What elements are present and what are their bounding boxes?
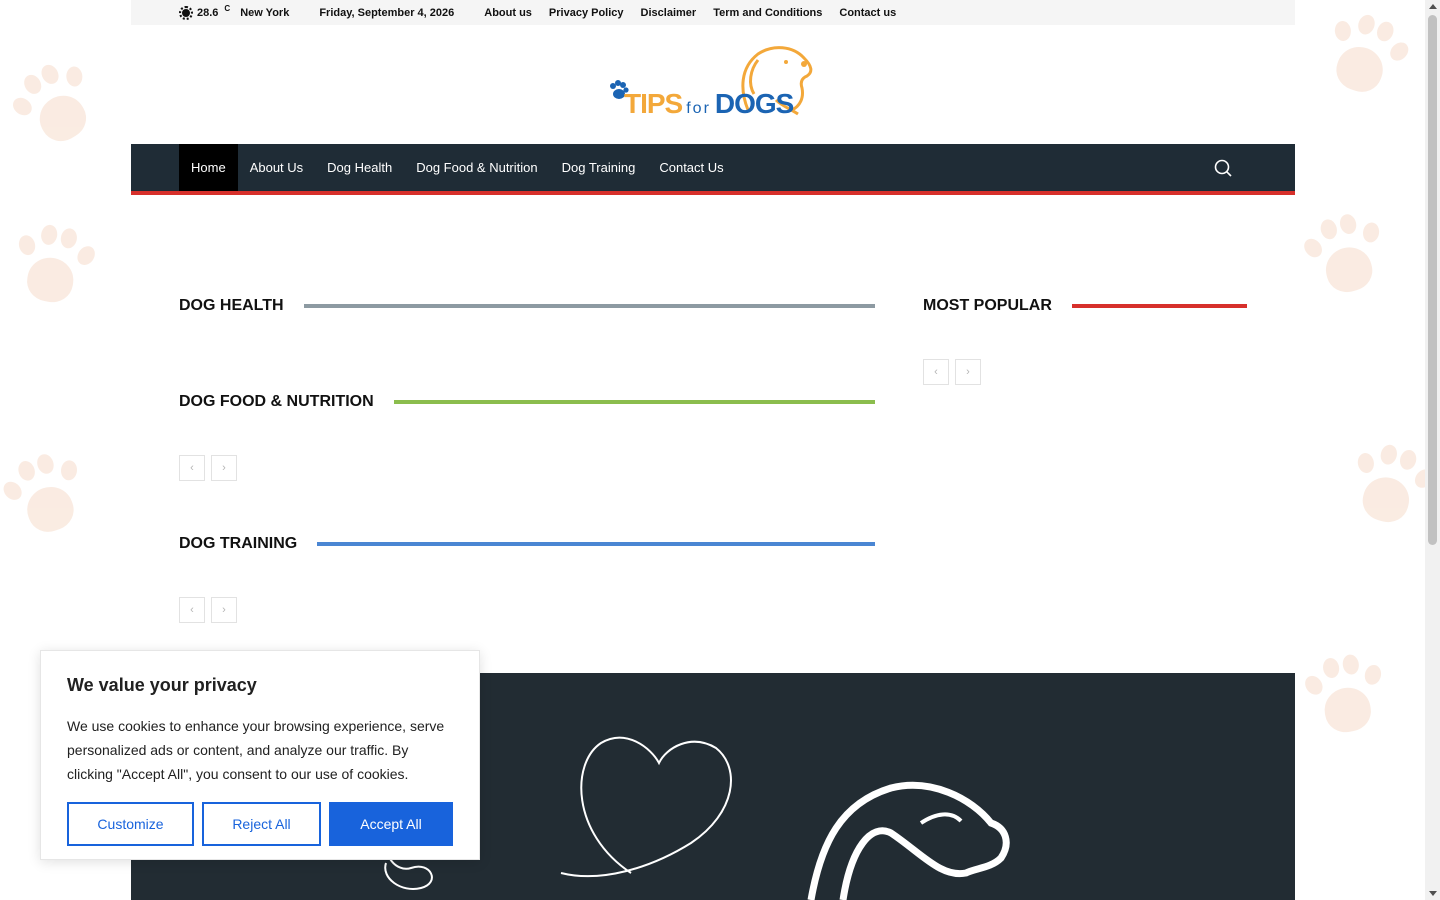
section-title-dog-health[interactable]: DOG HEALTH xyxy=(179,297,875,315)
paw-print-icon xyxy=(1307,0,1422,113)
next-button[interactable]: › xyxy=(955,359,981,385)
logo-area: TIPS for DOGS xyxy=(131,25,1295,144)
section-title-most-popular: MOST POPULAR xyxy=(923,297,1247,315)
search-icon[interactable] xyxy=(1213,158,1233,178)
site-logo[interactable]: TIPS for DOGS xyxy=(608,40,818,130)
most-popular-title: MOST POPULAR xyxy=(923,297,1052,314)
dog-training-title: DOG TRAINING xyxy=(179,535,298,552)
top-links: About us Privacy Policy Disclaimer Term … xyxy=(484,7,896,19)
weather-widget: 28.6 C New York xyxy=(179,4,290,20)
scroll-down-icon[interactable] xyxy=(1429,891,1437,896)
prev-button[interactable]: ‹ xyxy=(179,455,205,481)
dog-training-pager: ‹ › xyxy=(179,597,237,623)
toplink-about[interactable]: About us xyxy=(484,7,532,19)
nav-item-dog-health[interactable]: Dog Health xyxy=(315,144,404,191)
paw-print-icon xyxy=(1,213,105,317)
scroll-up-icon[interactable] xyxy=(1429,4,1437,9)
nav-item-home[interactable]: Home xyxy=(179,144,238,191)
cookie-title: We value your privacy xyxy=(67,675,257,695)
section-title-dog-training[interactable]: DOG TRAINING xyxy=(179,535,875,553)
cookie-banner: We value your privacy We use cookies to … xyxy=(40,650,480,860)
nav-item-dog-food[interactable]: Dog Food & Nutrition xyxy=(404,144,549,191)
toplink-disclaimer[interactable]: Disclaimer xyxy=(641,7,697,19)
paw-print-icon xyxy=(0,437,103,552)
title-underline xyxy=(1071,304,1247,308)
temperature: 28.6 xyxy=(197,6,219,19)
city: New York xyxy=(240,6,290,19)
prev-button[interactable]: ‹ xyxy=(179,597,205,623)
title-underline xyxy=(317,542,875,546)
toplink-contact[interactable]: Contact us xyxy=(839,7,896,19)
prev-button[interactable]: ‹ xyxy=(923,359,949,385)
accept-all-button[interactable]: Accept All xyxy=(329,802,453,846)
nav-item-dog-training[interactable]: Dog Training xyxy=(550,144,648,191)
paw-print-icon xyxy=(0,44,116,167)
toplink-terms[interactable]: Term and Conditions xyxy=(713,7,822,19)
sun-icon xyxy=(179,5,193,20)
paw-print-icon xyxy=(1290,200,1400,310)
toplink-privacy[interactable]: Privacy Policy xyxy=(549,7,624,19)
paw-print-icon xyxy=(1293,643,1397,747)
main-nav: Home About Us Dog Health Dog Food & Nutr… xyxy=(131,144,1295,195)
dog-health-title: DOG HEALTH xyxy=(179,297,284,314)
next-button[interactable]: › xyxy=(211,597,237,623)
title-underline xyxy=(303,304,875,308)
dog-food-pager: ‹ › xyxy=(179,455,237,481)
section-title-dog-food[interactable]: DOG FOOD & NUTRITION xyxy=(179,393,875,411)
title-underline xyxy=(393,400,875,404)
scroll-thumb[interactable] xyxy=(1428,15,1437,545)
nav-item-about[interactable]: About Us xyxy=(238,144,315,191)
reject-all-button[interactable]: Reject All xyxy=(202,802,321,846)
cookie-text: We use cookies to enhance your browsing … xyxy=(67,718,445,782)
customize-button[interactable]: Customize xyxy=(67,802,194,846)
scrollbar[interactable] xyxy=(1425,0,1440,900)
next-button[interactable]: › xyxy=(211,455,237,481)
most-popular-pager: ‹ › xyxy=(923,359,981,385)
temperature-unit: C xyxy=(224,4,231,13)
logo-word-tips: TIPS xyxy=(624,87,683,119)
logo-text: TIPS for DOGS xyxy=(624,87,794,120)
current-date: Friday, September 4, 2026 xyxy=(319,6,455,19)
logo-word-dogs: DOGS xyxy=(714,87,794,119)
dog-food-title: DOG FOOD & NUTRITION xyxy=(179,393,374,410)
top-bar: 28.6 C New York Friday, September 4, 202… xyxy=(131,0,1295,25)
nav-item-contact[interactable]: Contact Us xyxy=(647,144,735,191)
heart-line-icon xyxy=(560,736,732,878)
cookie-buttons: Customize Reject All Accept All xyxy=(67,802,453,846)
logo-word-for: for xyxy=(686,99,711,117)
dog-silhouette-icon xyxy=(807,781,1010,900)
